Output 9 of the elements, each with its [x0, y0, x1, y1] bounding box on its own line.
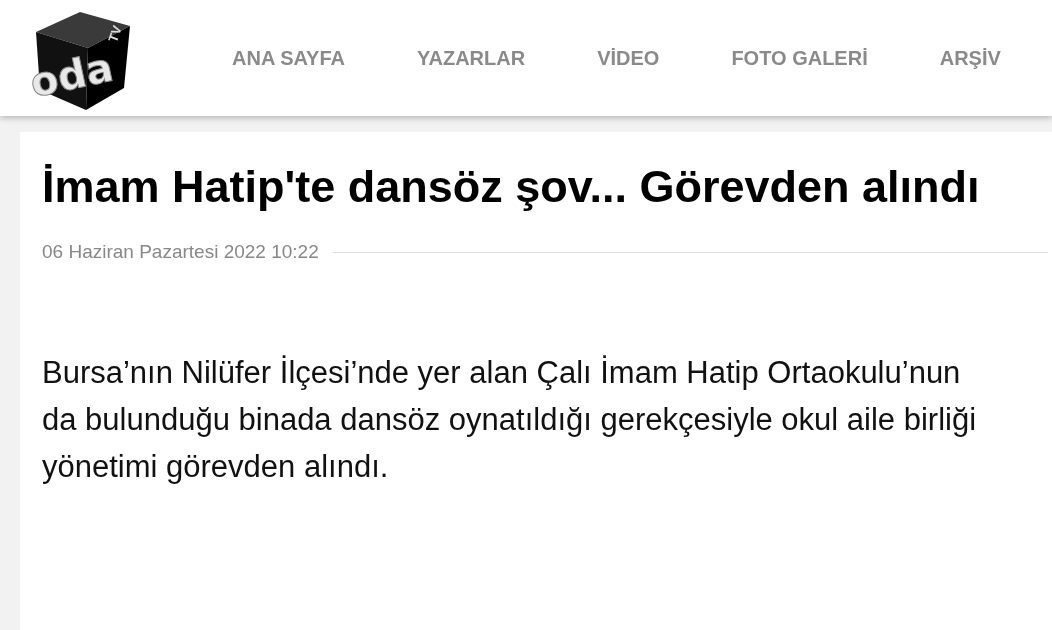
logo[interactable]: oda TV	[18, 6, 136, 114]
article-lead: Bursa’nın Nilüfer İlçesi’nde yer alan Çalı İmam Hatip Ortaokulu’nun da bulunduğu binada dansöz oynatıldığı gerekçesiyle okul aile birliği yönetimi görevden alındı.	[42, 353, 978, 486]
nav-link[interactable]: FOTO GALERİ	[731, 43, 868, 73]
nav-link[interactable]: YAZARLAR	[417, 43, 526, 73]
nav-link[interactable]: ANA SAYFA	[232, 43, 345, 73]
article-date: 06 Haziran Pazartesi 2022 10:22	[42, 240, 319, 264]
article-title: İmam Hatip'te dansöz şov... Görevden alındı	[42, 160, 981, 214]
nav-link[interactable]: VİDEO	[597, 43, 660, 73]
nav-link[interactable]: ARŞİV	[939, 43, 1001, 73]
